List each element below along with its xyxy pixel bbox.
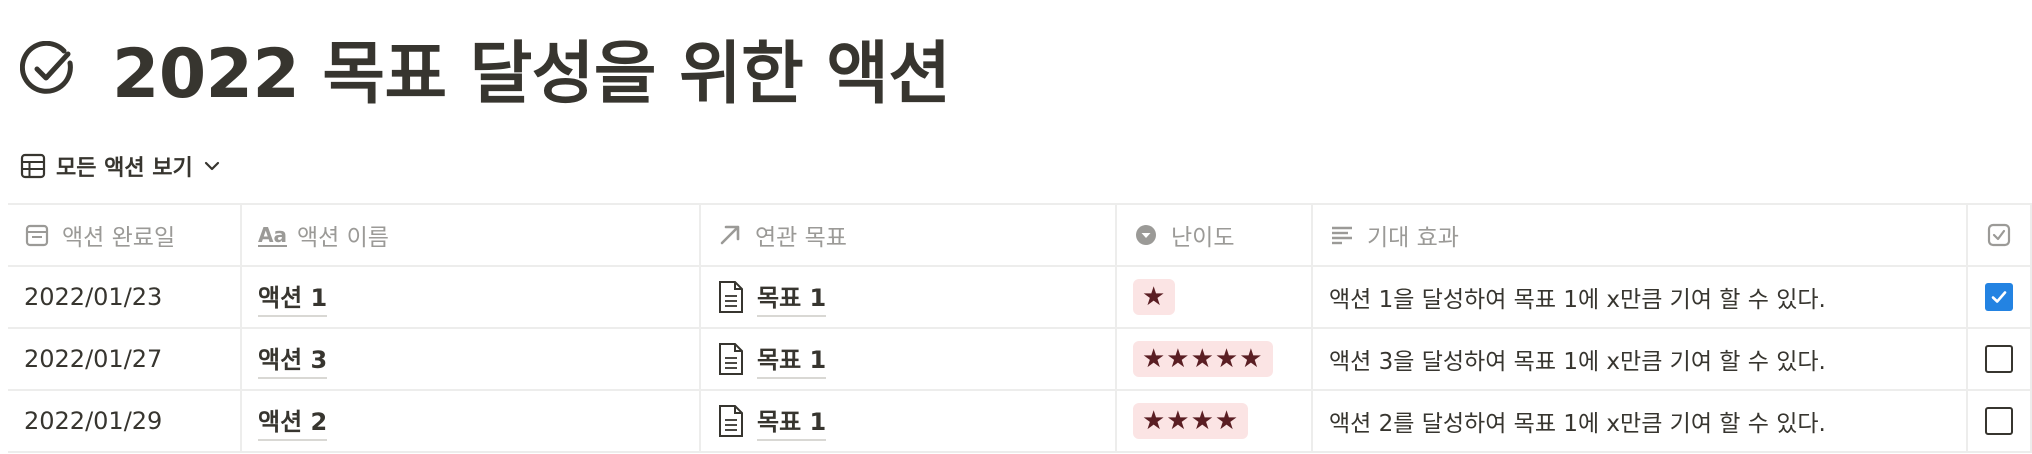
difficulty-cell[interactable]: ★★★★ [1117,391,1313,451]
goal-cell[interactable]: 목표 1 [701,329,1117,389]
column-header-difficulty[interactable]: 난이도 [1117,205,1313,265]
done-checkbox[interactable] [1985,283,2013,311]
arrow-up-right-icon [720,225,740,245]
page-header: 2022 목표 달성을 위한 액션 [20,22,951,114]
date-cell[interactable]: 2022/01/23 [8,267,242,327]
chevron-down-icon [204,161,219,171]
column-header-goal[interactable]: 연관 목표 [701,205,1117,265]
difficulty-tag: ★ [1133,279,1176,315]
table-row[interactable]: 2022/01/23 액션 1 목표 1 ★ 액션 1을 달성하여 목표 1에 … [8,267,2032,327]
table-header-row: 액션 완료일 Aa 액션 이름 연관 목표 난이도 기대 효과 [8,205,2032,265]
difficulty-cell[interactable]: ★★★★★ [1117,329,1313,389]
checkbox-icon [1987,223,2011,247]
effect-cell[interactable]: 액션 3을 달성하여 목표 1에 x만큼 기여 할 수 있다. [1313,329,1968,389]
calendar-icon [25,224,49,247]
column-header-date[interactable]: 액션 완료일 [8,205,242,265]
table-border [8,451,2032,453]
page-document-icon [719,343,743,375]
action-name-link[interactable]: 액션 2 [258,402,328,441]
name-cell[interactable]: 액션 1 [242,267,701,327]
difficulty-tag: ★★★★★ [1133,341,1273,377]
page-document-icon [719,281,743,313]
table-row[interactable]: 2022/01/29 액션 2 목표 1 ★★★★ 액션 2를 달성하여 목표 … [8,391,2032,451]
select-circle-icon [1136,225,1156,245]
name-cell[interactable]: 액션 3 [242,329,701,389]
done-cell [1968,267,2032,327]
page-document-icon [719,405,743,437]
column-header-done[interactable] [1968,205,2032,265]
effect-cell[interactable]: 액션 1을 달성하여 목표 1에 x만큼 기여 할 수 있다. [1313,267,1968,327]
text-lines-icon [1332,226,1352,245]
goal-link[interactable]: 목표 1 [757,278,827,317]
done-cell [1968,391,2032,451]
table-row[interactable]: 2022/01/27 액션 3 목표 1 ★★★★★ 액션 3을 달성하여 목표… [8,329,2032,389]
done-checkbox[interactable] [1985,345,2013,373]
action-name-link[interactable]: 액션 1 [258,278,328,317]
page-title: 2022 목표 달성을 위한 액션 [112,34,951,114]
view-selector[interactable]: 모든 액션 보기 [20,150,221,182]
column-header-effect[interactable]: 기대 효과 [1313,205,1968,265]
goal-cell[interactable]: 목표 1 [701,391,1117,451]
table-view-icon [20,153,46,179]
effect-cell[interactable]: 액션 2를 달성하여 목표 1에 x만큼 기여 할 수 있다. [1313,391,1968,451]
goal-link[interactable]: 목표 1 [757,340,827,379]
difficulty-tag: ★★★★ [1133,403,1249,439]
name-cell[interactable]: 액션 2 [242,391,701,451]
checkmark-icon [1991,291,2007,303]
goal-cell[interactable]: 목표 1 [701,267,1117,327]
date-cell[interactable]: 2022/01/29 [8,391,242,451]
goal-link[interactable]: 목표 1 [757,402,827,441]
date-cell[interactable]: 2022/01/27 [8,329,242,389]
done-checkbox[interactable] [1985,407,2013,435]
difficulty-cell[interactable]: ★ [1117,267,1313,327]
action-name-link[interactable]: 액션 3 [258,340,328,379]
column-header-name[interactable]: Aa 액션 이름 [242,205,701,265]
check-circle-icon [20,41,73,94]
done-cell [1968,329,2032,389]
view-label: 모든 액션 보기 [56,156,193,181]
aa-title-icon: Aa [258,223,287,247]
